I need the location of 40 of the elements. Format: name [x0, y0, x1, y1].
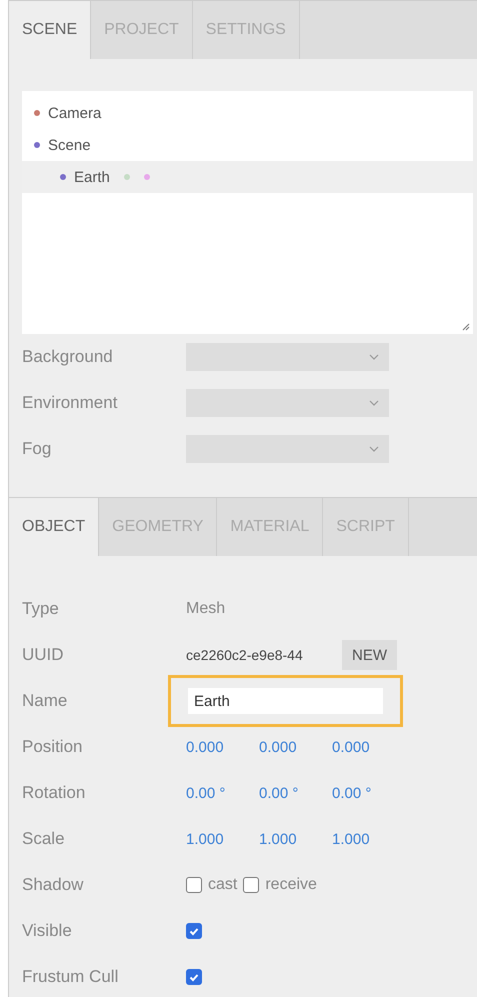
checkbox[interactable]	[186, 877, 202, 893]
tab[interactable]: SCENE	[9, 1, 92, 59]
property-label: Scale	[22, 829, 66, 849]
number-field[interactable]: 0.00 °	[186, 784, 259, 802]
number-field[interactable]: 0.000	[332, 738, 405, 756]
property-label: Visible	[22, 921, 73, 941]
number-field[interactable]: 0.00 °	[332, 784, 405, 802]
outliner-item[interactable]: Camera	[22, 97, 473, 129]
checkbox[interactable]	[186, 969, 202, 985]
uuid-value: ce2260c2-e9e8-44	[186, 647, 304, 663]
property-label: UUID	[22, 645, 65, 665]
property-label: Type	[22, 599, 60, 619]
field-label: Fog	[22, 439, 52, 459]
property-label: Position	[22, 737, 84, 757]
field-label: Background	[22, 347, 114, 367]
checkbox-label: cast	[208, 876, 238, 894]
tab[interactable]: OBJECT	[9, 498, 100, 556]
number-field[interactable]: 0.000	[259, 738, 332, 756]
new-button[interactable]: NEW	[342, 640, 397, 670]
number-field[interactable]: 1.000	[332, 830, 405, 848]
number-field[interactable]: 0.000	[186, 738, 259, 756]
checkbox-label: receive	[265, 876, 317, 894]
resize-grip-icon[interactable]	[462, 323, 470, 331]
property-value: Mesh	[186, 600, 226, 618]
chevron-down-icon	[369, 446, 379, 452]
number-field[interactable]: 1.000	[259, 830, 332, 848]
property-label: Frustum Cull	[22, 967, 120, 987]
property-label: Rotation	[22, 783, 86, 803]
outliner-item[interactable]: Scene	[22, 129, 473, 161]
name-field[interactable]: Earth	[188, 688, 383, 714]
checkbox[interactable]	[243, 877, 260, 893]
chevron-down-icon	[369, 354, 379, 360]
property-label: Shadow	[22, 875, 84, 895]
chevron-down-icon	[369, 400, 379, 406]
field-label: Environment	[22, 393, 118, 413]
outliner-item[interactable]: Earth	[22, 161, 473, 193]
number-field[interactable]: 1.000	[186, 830, 259, 848]
property-label: Name	[22, 691, 68, 711]
number-field[interactable]: 0.00 °	[259, 784, 332, 802]
checkbox[interactable]	[186, 923, 202, 939]
